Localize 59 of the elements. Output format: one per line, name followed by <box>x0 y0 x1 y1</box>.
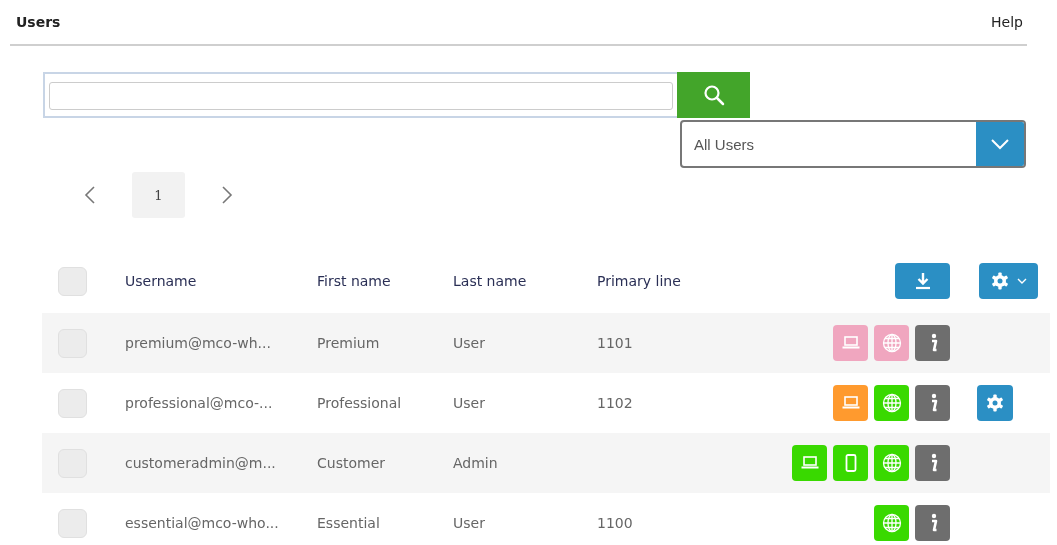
settings-menu-button[interactable] <box>979 263 1038 299</box>
info-button[interactable] <box>915 505 950 541</box>
gear-icon <box>990 272 1009 290</box>
previous-page-icon[interactable] <box>84 186 96 204</box>
last-name-cell-text: User <box>453 515 486 531</box>
next-page-icon[interactable] <box>221 186 233 204</box>
download-icon <box>914 272 931 290</box>
last-name-cell-text: User <box>453 335 486 351</box>
page-button[interactable]: 1 <box>132 172 185 218</box>
select-all-checkbox[interactable] <box>58 266 87 296</box>
row-checkbox[interactable] <box>58 508 87 538</box>
web-button[interactable] <box>874 325 909 361</box>
info-button[interactable] <box>915 385 950 421</box>
last-name-cell-text: Admin <box>453 455 499 471</box>
username-cell-text: essential@mco-who... <box>125 515 280 531</box>
search-field[interactable] <box>43 72 677 118</box>
first-name-cell-text: Customer <box>317 455 386 471</box>
primary-line-cell: 1101 <box>597 335 633 351</box>
column-header: Primary line <box>597 273 682 289</box>
laptop-icon <box>800 456 819 470</box>
last-name-cell-text: User <box>453 395 486 411</box>
laptop-button[interactable] <box>833 385 868 421</box>
gear-icon <box>986 394 1004 412</box>
web-button[interactable] <box>874 505 909 541</box>
column-header: Last name <box>453 273 528 289</box>
caret-icon <box>1016 277 1027 285</box>
column-header: Username <box>125 273 198 289</box>
help-link[interactable]: Help <box>991 14 1023 30</box>
primary-line-cell: 1100 <box>597 515 633 531</box>
download-button[interactable] <box>895 263 950 299</box>
info-button[interactable] <box>915 325 950 361</box>
laptop-icon <box>841 336 860 350</box>
search-button[interactable] <box>677 72 750 118</box>
column-header: First name <box>317 273 392 289</box>
globe-icon <box>881 453 902 473</box>
laptop-button[interactable] <box>833 325 868 361</box>
globe-icon <box>881 393 902 413</box>
row-settings-button[interactable] <box>977 385 1013 421</box>
page-title: Users <box>16 14 61 30</box>
phone-icon <box>844 454 857 472</box>
first-name-cell-text: Premium <box>317 335 381 351</box>
primary-line-cell: 1102 <box>597 395 633 411</box>
laptop-button[interactable] <box>792 445 827 481</box>
chevron-down-icon <box>990 138 1010 150</box>
phone-button[interactable] <box>833 445 868 481</box>
info-button[interactable] <box>915 445 950 481</box>
search-icon <box>702 84 725 106</box>
laptop-icon <box>841 396 860 410</box>
username-cell-text: customeradmin@m... <box>125 455 277 471</box>
web-button[interactable] <box>874 445 909 481</box>
globe-icon <box>881 513 902 533</box>
first-name-cell-text: Professional <box>317 395 403 411</box>
username-cell-text: professional@mco-... <box>125 395 274 411</box>
row-checkbox[interactable] <box>58 388 87 418</box>
web-button[interactable] <box>874 385 909 421</box>
first-name-cell-text: Essential <box>317 515 381 531</box>
user-filter-dropdown[interactable]: All Users <box>680 120 1026 168</box>
username-cell-text: premium@mco-wh... <box>125 335 272 351</box>
globe-icon <box>881 333 902 353</box>
